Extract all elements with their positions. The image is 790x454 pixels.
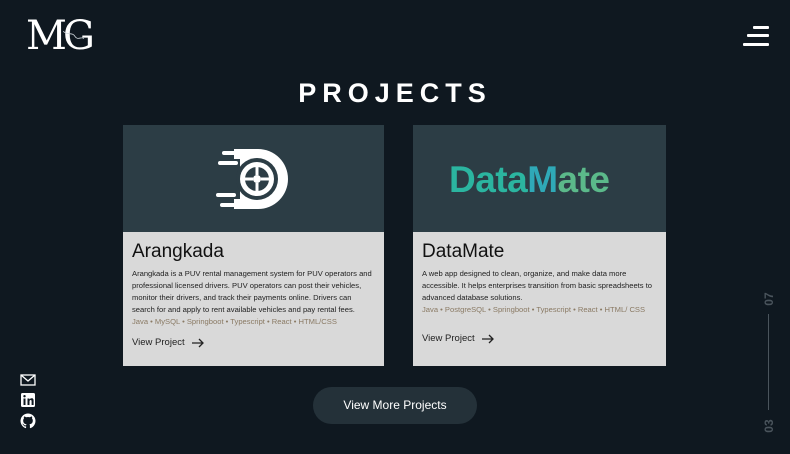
project-tech-stack: Java • MySQL • Springboot • Typescript •… xyxy=(132,317,337,326)
project-tech-stack: Java • PostgreSQL • Springboot • Typescr… xyxy=(422,305,646,314)
project-name: DataMate xyxy=(422,241,505,262)
project-card-arangkada[interactable]: Arangkada Arangkada is a PUV rental mana… xyxy=(123,125,384,366)
view-project-link[interactable]: View Project xyxy=(132,337,205,348)
arrow-right-icon xyxy=(481,334,494,343)
current-section-number: 03 xyxy=(762,419,776,433)
project-description: A web app designed to clean, organize, a… xyxy=(422,269,653,302)
section-progress-indicator: 07 03 xyxy=(758,288,780,438)
progress-line xyxy=(768,314,769,410)
arrow-right-icon xyxy=(191,338,204,347)
project-banner xyxy=(123,125,384,232)
datamate-logo: DataMate xyxy=(449,159,610,200)
mail-icon[interactable] xyxy=(20,372,36,386)
hamburger-menu-icon[interactable] xyxy=(743,24,769,48)
project-card-datamate[interactable]: DataMate DataMate A web app designed to … xyxy=(413,125,666,366)
section-title: PROJECTS xyxy=(298,78,492,108)
view-project-label: View Project xyxy=(422,333,475,344)
view-project-label: View Project xyxy=(132,337,185,348)
view-more-projects-button[interactable]: View More Projects xyxy=(313,387,477,424)
view-project-link[interactable]: View Project xyxy=(422,333,495,344)
total-sections-number: 07 xyxy=(762,292,776,306)
linkedin-icon[interactable] xyxy=(20,392,36,407)
project-description: Arangkada is a PUV rental management sys… xyxy=(132,269,372,314)
site-logo[interactable]: MG xyxy=(26,14,106,58)
project-name: Arangkada xyxy=(132,241,224,262)
github-icon[interactable] xyxy=(20,413,36,429)
project-banner: DataMate xyxy=(413,125,666,232)
arangkada-logo-icon xyxy=(216,149,288,209)
